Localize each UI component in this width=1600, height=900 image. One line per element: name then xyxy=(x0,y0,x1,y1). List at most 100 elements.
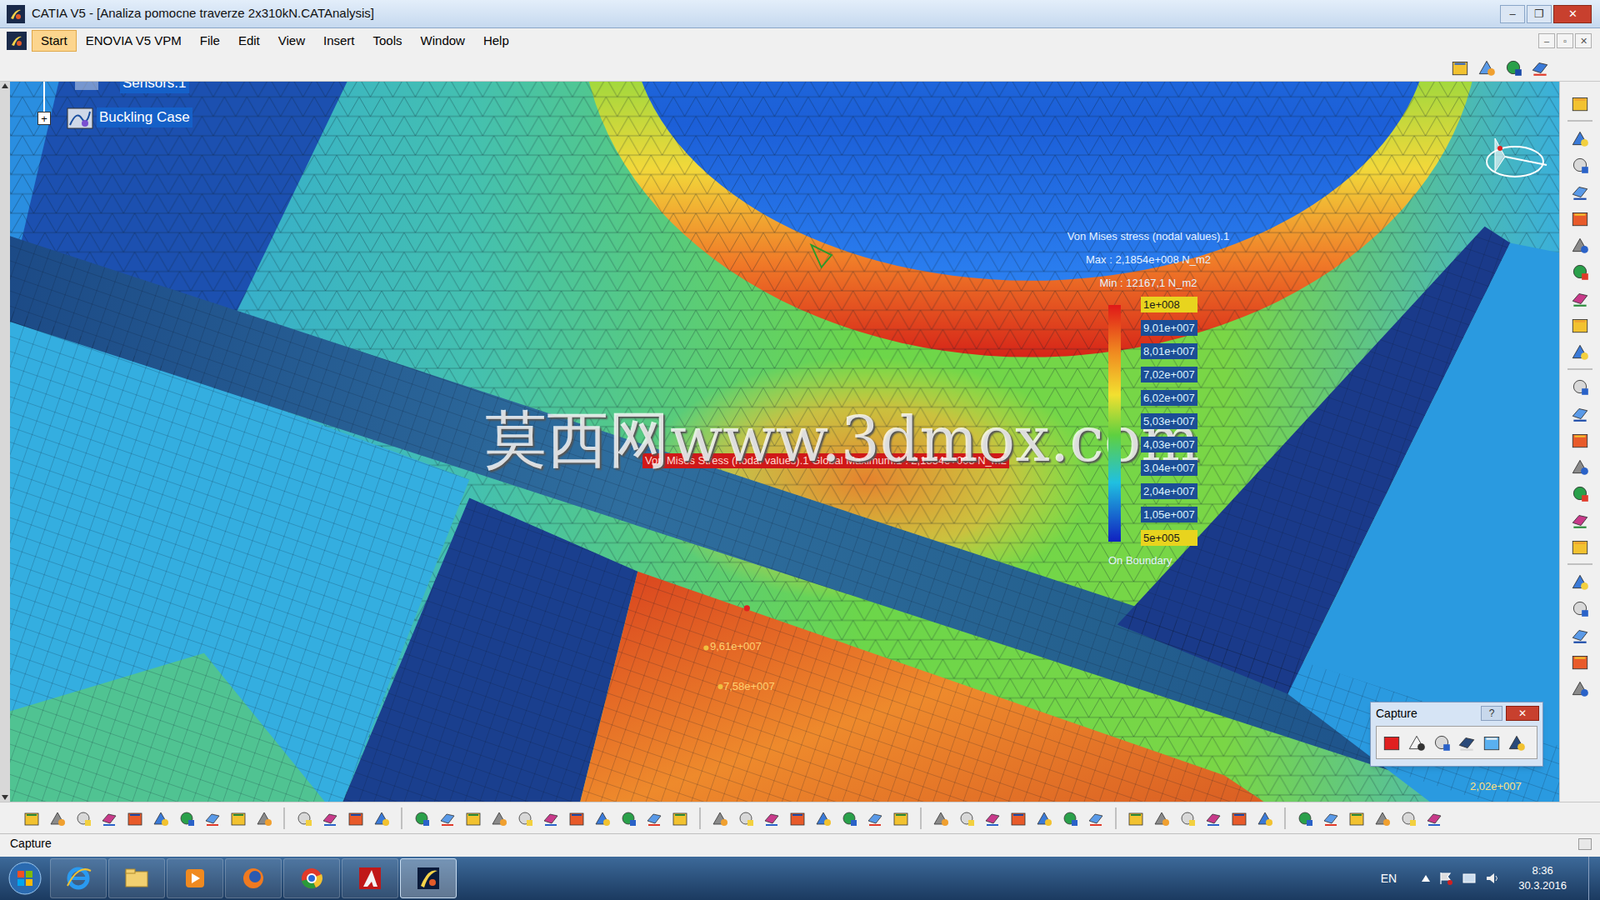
tool-button-icon[interactable] xyxy=(1570,181,1590,202)
tool-button-icon[interactable] xyxy=(1570,235,1590,255)
tool-button-icon[interactable] xyxy=(371,808,392,829)
tool-button-icon[interactable] xyxy=(176,808,197,829)
tool-button-icon[interactable] xyxy=(294,808,315,829)
tool-button-icon[interactable] xyxy=(839,808,860,829)
capture-tool-icon[interactable] xyxy=(1481,732,1502,753)
tool-button-icon[interactable] xyxy=(566,808,587,829)
tool-button-icon[interactable] xyxy=(735,808,756,829)
tool-button-icon[interactable] xyxy=(1346,808,1367,829)
tool-button-icon[interactable] xyxy=(1570,93,1590,114)
tree-scrollbar[interactable] xyxy=(0,81,10,802)
tool-button-icon[interactable] xyxy=(1570,315,1590,335)
tool-button-icon[interactable] xyxy=(930,808,951,829)
tool-button-icon[interactable] xyxy=(1229,808,1250,829)
tool-button-icon[interactable] xyxy=(787,808,808,829)
tool-button-icon[interactable] xyxy=(1570,598,1590,619)
menu-item[interactable]: Edit xyxy=(229,30,270,52)
menu-item[interactable]: View xyxy=(269,30,315,52)
language-indicator[interactable]: EN xyxy=(1380,870,1397,888)
tool-button-icon[interactable] xyxy=(956,808,977,829)
tool-button-icon[interactable] xyxy=(1008,808,1029,829)
tool-button-icon[interactable] xyxy=(1424,808,1445,829)
tool-button-icon[interactable] xyxy=(1570,571,1590,592)
capture-dialog[interactable]: Capture ? ✕ xyxy=(1370,701,1544,767)
taskbar-app-button[interactable] xyxy=(225,858,282,899)
document-control-button[interactable]: ✕ xyxy=(1575,33,1592,49)
tool-button-icon[interactable] xyxy=(1570,483,1590,504)
tool-button-icon[interactable] xyxy=(515,808,535,829)
tool-button-icon[interactable] xyxy=(1570,651,1590,672)
tool-button-icon[interactable] xyxy=(670,808,690,829)
tool-button-icon[interactable] xyxy=(1476,57,1497,78)
tool-button-icon[interactable] xyxy=(228,808,249,829)
tool-button-icon[interactable] xyxy=(202,808,223,829)
capture-tool-icon[interactable] xyxy=(1506,732,1527,753)
tool-button-icon[interactable] xyxy=(99,808,120,829)
tool-button-icon[interactable] xyxy=(489,808,510,829)
tool-button-icon[interactable] xyxy=(1570,128,1590,149)
document-control-button[interactable]: ▫ xyxy=(1556,33,1574,49)
start-orb-icon[interactable] xyxy=(0,860,50,896)
network-icon[interactable] xyxy=(1461,870,1477,886)
tool-button-icon[interactable] xyxy=(1570,678,1590,699)
tool-button-icon[interactable] xyxy=(710,808,730,829)
tool-button-icon[interactable] xyxy=(1570,341,1590,362)
compass-icon[interactable] xyxy=(1480,131,1550,187)
tool-button-icon[interactable] xyxy=(1177,808,1198,829)
tree-item[interactable]: Sensors.1 xyxy=(120,81,190,94)
tool-button-icon[interactable] xyxy=(644,808,665,829)
tool-button-icon[interactable] xyxy=(254,808,275,829)
speaker-icon[interactable] xyxy=(1485,870,1500,886)
tree-expander[interactable]: + xyxy=(37,111,51,125)
taskbar-app-button[interactable] xyxy=(108,858,165,899)
capture-tool-icon[interactable] xyxy=(1406,732,1427,753)
tool-button-icon[interactable] xyxy=(1570,403,1590,424)
help-button[interactable]: ? xyxy=(1480,705,1503,721)
document-control-button[interactable]: – xyxy=(1538,33,1555,49)
tool-button-icon[interactable] xyxy=(592,808,613,829)
capture-tool-icon[interactable] xyxy=(1381,732,1402,753)
capture-tool-icon[interactable] xyxy=(1431,732,1452,753)
tool-button-icon[interactable] xyxy=(320,808,340,829)
tool-button-icon[interactable] xyxy=(540,808,561,829)
scroll-down-icon[interactable] xyxy=(1,795,9,800)
window-control-button[interactable]: ❐ xyxy=(1526,5,1552,24)
menu-item[interactable]: Tools xyxy=(364,30,412,52)
tool-button-icon[interactable] xyxy=(1570,155,1590,175)
tool-button-icon[interactable] xyxy=(1570,456,1590,477)
capture-tool-icon[interactable] xyxy=(1456,732,1477,753)
tool-button-icon[interactable] xyxy=(1570,261,1590,282)
tool-button-icon[interactable] xyxy=(1203,808,1224,829)
tool-button-icon[interactable] xyxy=(125,808,145,829)
tool-button-icon[interactable] xyxy=(1570,376,1590,397)
menu-item[interactable]: ENOVIA V5 VPM xyxy=(76,30,191,52)
tool-button-icon[interactable] xyxy=(1085,808,1106,829)
tool-button-icon[interactable] xyxy=(890,808,911,829)
tool-button-icon[interactable] xyxy=(150,808,171,829)
flag-icon[interactable] xyxy=(1438,870,1454,886)
tool-button-icon[interactable] xyxy=(1570,288,1590,309)
tool-button-icon[interactable] xyxy=(1125,808,1146,829)
tool-button-icon[interactable] xyxy=(618,808,639,829)
tool-button-icon[interactable] xyxy=(1060,808,1080,829)
tool-button-icon[interactable] xyxy=(813,808,834,829)
tool-button-icon[interactable] xyxy=(411,808,432,829)
tool-button-icon[interactable] xyxy=(1034,808,1055,829)
tool-button-icon[interactable] xyxy=(1570,510,1590,530)
scroll-up-icon[interactable] xyxy=(1,83,9,89)
taskbar-app-button[interactable] xyxy=(166,858,224,899)
window-control-button[interactable]: ✕ xyxy=(1553,5,1592,24)
tree-item[interactable]: Buckling Case xyxy=(96,107,193,128)
tray-arrow-icon[interactable] xyxy=(1421,875,1430,882)
tool-button-icon[interactable] xyxy=(1151,808,1172,829)
close-button[interactable]: ✕ xyxy=(1505,705,1540,721)
tool-button-icon[interactable] xyxy=(1570,625,1590,645)
taskbar-app-button[interactable] xyxy=(341,858,399,899)
window-control-button[interactable]: – xyxy=(1500,5,1525,24)
tool-button-icon[interactable] xyxy=(47,808,68,829)
viewport[interactable]: Sensors.1 + Buckling Case Von Mises Stre… xyxy=(10,81,1560,802)
tool-button-icon[interactable] xyxy=(345,808,366,829)
tool-button-icon[interactable] xyxy=(1570,536,1590,557)
taskbar-app-button[interactable] xyxy=(283,858,340,899)
tool-button-icon[interactable] xyxy=(1530,57,1550,78)
